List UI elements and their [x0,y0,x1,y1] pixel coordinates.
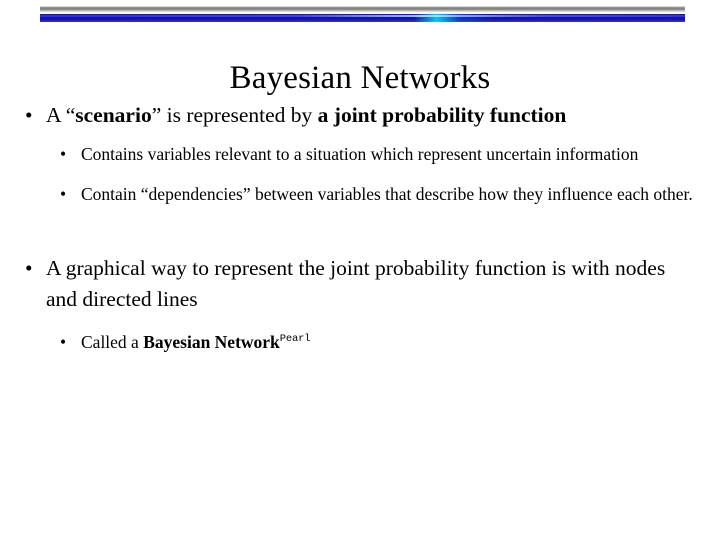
bullet-dot-icon: • [60,184,67,204]
citation-superscript: Pearl [279,333,311,346]
header-blue-bar [40,14,685,22]
bullet-scenario-text: A “scenario” is represented by a joint p… [46,103,566,127]
header-silver-bar [40,6,685,13]
bullet-contain-dependencies: • Contain “dependencies” between variabl… [0,181,720,207]
bullet-graphical-way: • A graphical way to represent the joint… [0,253,720,315]
run-text-bold: a joint probability function [317,103,567,127]
bullet-contain-dependencies-text: Contain “dependencies” between variables… [81,184,693,204]
run-text: A “ [46,103,76,127]
slide-title: Bayesian Networks [229,60,491,97]
bullet-dot-icon: • [60,332,67,352]
bullet-contains-variables-text: Contains variables relevant to a situati… [81,144,639,164]
bullet-dot-icon: • [60,144,67,164]
bullet-dot-icon: • [25,256,33,280]
slide-body: • A “scenario” is represented by a joint… [0,100,720,355]
run-text-bold: Bayesian Network [143,332,280,352]
bullet-graphical-way-text: A graphical way to represent the joint p… [46,256,666,311]
run-text-bold: scenario [75,103,152,127]
bullet-contains-variables: • Contains variables relevant to a situa… [0,141,720,167]
run-text: ” is represented by [151,103,318,127]
bullet-called-bayesian-network-text: Called a Bayesian NetworkPearl [81,332,311,352]
bullet-called-bayesian-network: • Called a Bayesian NetworkPearl [0,329,720,355]
slide-canvas: Bayesian Networks • A “scenario” is repr… [0,0,720,540]
bullet-dot-icon: • [25,103,33,127]
run-text: Called a [81,332,144,352]
bullet-scenario: • A “scenario” is represented by a joint… [0,100,720,131]
